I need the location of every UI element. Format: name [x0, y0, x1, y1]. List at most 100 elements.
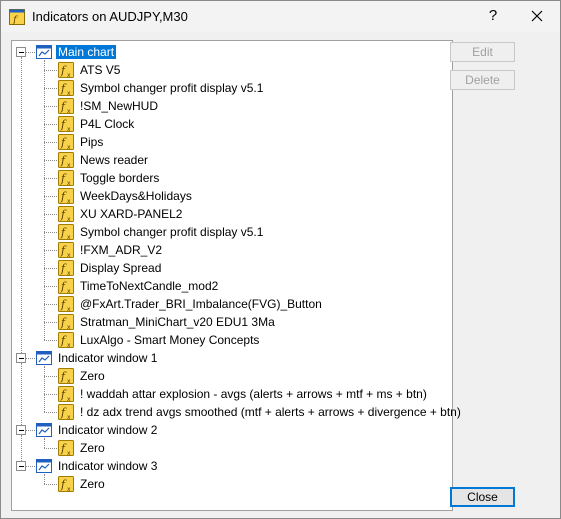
tree-horizontal-line — [44, 178, 57, 179]
tree-item[interactable]: ! waddah attar explosion - avgs (alerts … — [78, 385, 429, 403]
tree-item-label: TimeToNextCandle_mod2 — [80, 279, 219, 293]
tree-group-2[interactable]: Indicator window 2 — [56, 421, 159, 439]
tree-item-label: !SM_NewHUD — [80, 99, 159, 113]
tree-item[interactable]: Symbol changer profit display v5.1 — [78, 79, 265, 97]
tree-item[interactable]: Zero — [78, 367, 107, 385]
tree-item[interactable]: Toggle borders — [78, 169, 161, 187]
tree-item[interactable]: News reader — [78, 151, 150, 169]
indicator-tree[interactable]: Main chart f x ATS V5 f x Symbol changer profi… — [11, 40, 461, 511]
tree-item[interactable]: Stratman_MiniChart_v20 EDU1 3Ma — [78, 313, 277, 331]
tree-item[interactable]: !SM_NewHUD — [78, 97, 160, 115]
tree-horizontal-line — [44, 70, 57, 71]
tree-group-label: Indicator window 3 — [58, 459, 158, 473]
tree-item-label: Zero — [80, 441, 105, 455]
tree-item[interactable]: XU XARD-PANEL2 — [78, 205, 184, 223]
tree-horizontal-line — [44, 196, 57, 197]
tree-item[interactable]: LuxAlgo - Smart Money Concepts — [78, 331, 261, 349]
indicator-icon: fx — [58, 170, 74, 189]
app-indicator-icon: f — [9, 9, 25, 28]
tree-item-label: XU XARD-PANEL2 — [80, 207, 183, 221]
tree-horizontal-line — [44, 322, 57, 323]
tree-vertical-line — [21, 57, 22, 353]
tree-item[interactable]: Pips — [78, 133, 105, 151]
tree-horizontal-line — [44, 304, 57, 305]
tree-group-3[interactable]: Indicator window 3 — [56, 457, 159, 475]
tree-item-label: LuxAlgo - Smart Money Concepts — [80, 333, 260, 347]
tree-item-label: Display Spread — [80, 261, 162, 275]
close-button[interactable]: Close — [450, 487, 515, 507]
tree-vertical-line — [21, 363, 22, 425]
tree-item[interactable]: @FxArt.Trader_BRI_Imbalance(FVG)_Button — [78, 295, 324, 313]
tree-horizontal-line — [44, 88, 57, 89]
indicator-icon: fx — [58, 188, 74, 207]
indicator-icon: fx — [58, 242, 74, 261]
tree-expander[interactable] — [16, 47, 26, 57]
tree-item[interactable]: Display Spread — [78, 259, 163, 277]
tree-horizontal-line — [44, 376, 57, 377]
tree-horizontal-line — [44, 286, 57, 287]
tree-group-label: Indicator window 2 — [58, 423, 158, 437]
tree-vertical-line — [44, 366, 45, 412]
tree-item[interactable]: ! dz adx trend avgs smoothed (mtf + aler… — [78, 403, 463, 421]
indicator-icon: fx — [58, 152, 74, 171]
edit-button[interactable]: Edit — [450, 42, 515, 62]
close-icon — [531, 10, 543, 22]
svg-text:x: x — [67, 216, 71, 222]
delete-button[interactable]: Delete — [450, 70, 515, 90]
svg-text:x: x — [67, 378, 71, 384]
tree-item-label: Symbol changer profit display v5.1 — [80, 225, 264, 239]
svg-text:x: x — [67, 414, 71, 420]
tree-horizontal-line — [44, 214, 57, 215]
tree-item[interactable]: Zero — [78, 439, 107, 457]
tree-horizontal-line — [44, 232, 57, 233]
svg-text:x: x — [67, 126, 71, 132]
tree-item[interactable]: Symbol changer profit display v5.1 — [78, 223, 265, 241]
svg-text:x: x — [67, 144, 71, 150]
tree-group-label: Main chart — [56, 45, 117, 59]
tree-item[interactable]: P4L Clock — [78, 115, 136, 133]
tree-expander[interactable] — [16, 425, 26, 435]
svg-text:x: x — [67, 234, 71, 240]
tree-item[interactable]: TimeToNextCandle_mod2 — [78, 277, 220, 295]
tree-item-label: News reader — [80, 153, 149, 167]
indicators-dialog: f Indicators on AUDJPY,M30 ? Main chart f… — [0, 0, 561, 519]
tree-item[interactable]: WeekDays&Holidays — [78, 187, 194, 205]
tree-expander[interactable] — [16, 461, 26, 471]
tree-item[interactable]: Zero — [78, 475, 107, 493]
svg-text:x: x — [67, 90, 71, 96]
help-button[interactable]: ? — [471, 1, 515, 32]
tree-horizontal-line — [44, 484, 57, 485]
tree-horizontal-line — [44, 106, 57, 107]
tree-horizontal-line — [44, 160, 57, 161]
tree-item-label: WeekDays&Holidays — [80, 189, 192, 203]
indicator-icon: fx — [58, 296, 74, 315]
svg-text:x: x — [67, 450, 71, 456]
indicator-icon: fx — [58, 206, 74, 225]
tree-horizontal-line — [44, 412, 57, 413]
tree-item-label: Symbol changer profit display v5.1 — [80, 81, 264, 95]
tree-horizontal-line — [26, 430, 35, 431]
svg-text:x: x — [67, 198, 71, 204]
tree-item-label: P4L Clock — [80, 117, 135, 131]
window-title: Indicators on AUDJPY,M30 — [32, 9, 188, 24]
indicator-icon: fx — [58, 386, 74, 405]
indicator-icon: fx — [58, 98, 74, 117]
indicator-icon: fx — [58, 368, 74, 387]
window-close-button[interactable] — [515, 1, 560, 32]
tree-item-label: @FxArt.Trader_BRI_Imbalance(FVG)_Button — [80, 297, 322, 311]
svg-text:x: x — [67, 342, 71, 348]
svg-text:x: x — [67, 324, 71, 330]
tree-group-1[interactable]: Indicator window 1 — [56, 349, 159, 367]
svg-text:x: x — [67, 108, 71, 114]
indicator-icon: fx — [58, 62, 74, 81]
tree-item[interactable]: ATS V5 — [78, 61, 122, 79]
tree-group-0[interactable]: Main chart — [56, 43, 117, 61]
tree-vertical-line — [44, 60, 45, 340]
tree-item-label: ! dz adx trend avgs smoothed (mtf + aler… — [80, 405, 461, 419]
tree-horizontal-line — [44, 268, 57, 269]
indicator-icon: fx — [58, 116, 74, 135]
tree-expander[interactable] — [16, 353, 26, 363]
title-bar: f Indicators on AUDJPY,M30 ? — [1, 1, 560, 32]
tree-horizontal-line — [26, 358, 35, 359]
tree-item[interactable]: !FXM_ADR_V2 — [78, 241, 164, 259]
